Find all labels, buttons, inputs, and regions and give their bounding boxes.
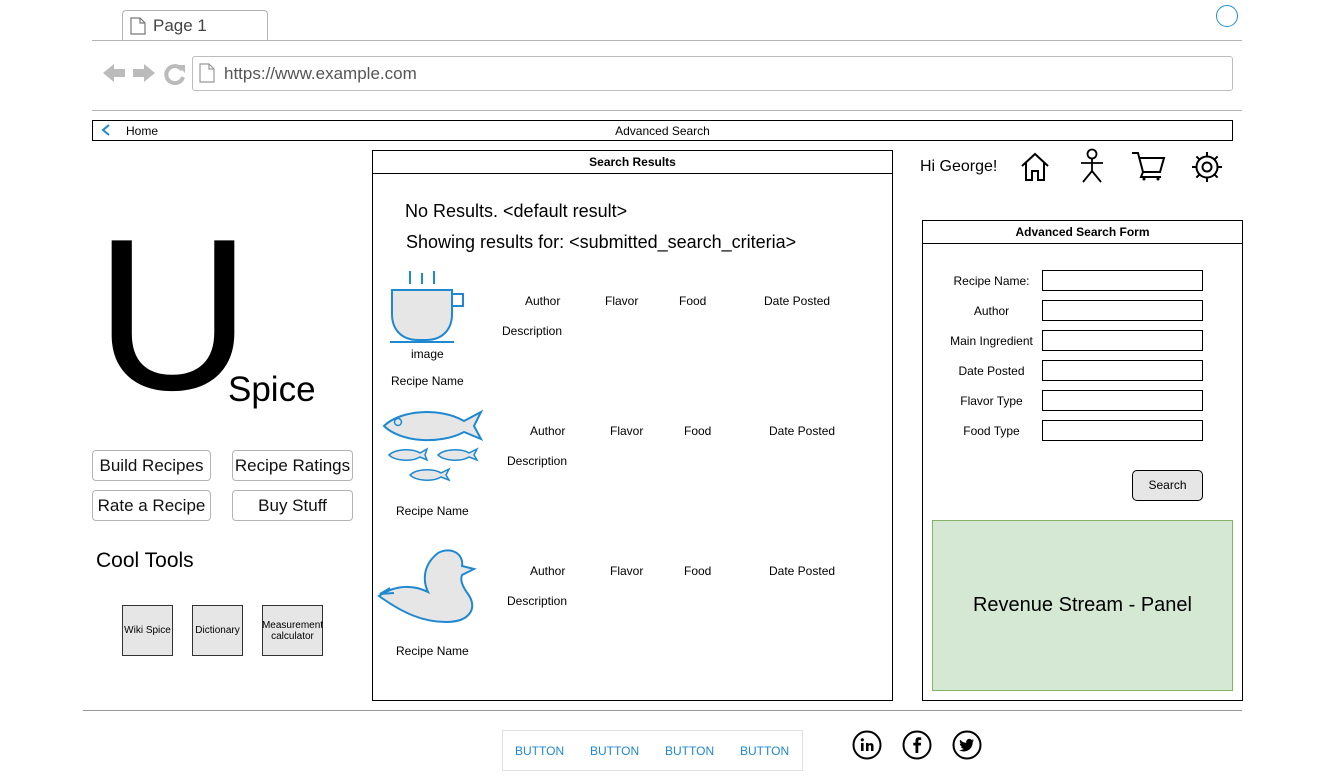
- reload-icon[interactable]: [163, 62, 187, 86]
- cart-icon[interactable]: [1130, 150, 1166, 182]
- rate-a-recipe-button[interactable]: Rate a Recipe: [92, 490, 211, 521]
- author-input[interactable]: [1042, 300, 1203, 321]
- settings-icon[interactable]: [1190, 150, 1224, 184]
- tool-measurement-calculator[interactable]: Measurement calculator: [262, 605, 323, 656]
- result-recipe-name[interactable]: Recipe Name: [396, 504, 469, 518]
- food-type-label: Food Type: [963, 424, 1020, 438]
- result-author: Author: [530, 424, 566, 438]
- back-arrow-icon[interactable]: [102, 62, 126, 84]
- recipe-ratings-button[interactable]: Recipe Ratings: [232, 450, 353, 481]
- result-description: Description: [507, 454, 568, 468]
- chrome-divider: [92, 110, 1242, 111]
- result-author: Author: [530, 564, 566, 578]
- page-title: Advanced Search: [615, 124, 710, 138]
- linkedin-icon[interactable]: [852, 730, 882, 760]
- result-description: Description: [502, 324, 563, 338]
- url-text[interactable]: https://www.example.com: [224, 64, 417, 84]
- page-icon: [130, 17, 146, 35]
- date-posted-input[interactable]: [1042, 360, 1203, 381]
- tool-dictionary[interactable]: Dictionary: [192, 605, 243, 656]
- footer-button-3[interactable]: BUTTON: [665, 744, 714, 758]
- result-date: Date Posted: [764, 294, 831, 308]
- tab-strip-divider: [92, 40, 1242, 41]
- build-recipes-button[interactable]: Build Recipes: [92, 450, 211, 481]
- buy-stuff-button[interactable]: Buy Stuff: [232, 490, 353, 521]
- result-author: Author: [525, 294, 561, 308]
- cool-tools-title: Cool Tools: [96, 549, 194, 572]
- footer-button-4[interactable]: BUTTON: [740, 744, 789, 758]
- main-ingredient-label: Main Ingredient: [950, 334, 1033, 348]
- coffee-cup-icon[interactable]: [386, 268, 468, 344]
- footer-divider: [83, 710, 1242, 711]
- date-posted-label: Date Posted: [958, 364, 1025, 378]
- footer-button-1[interactable]: BUTTON: [515, 744, 564, 758]
- flavor-type-label: Flavor Type: [960, 394, 1023, 408]
- greeting: Hi George!: [920, 158, 998, 175]
- result-flavor: Flavor: [610, 564, 644, 578]
- search-results-title: Search Results: [372, 150, 893, 174]
- tool-wiki-spice[interactable]: Wiki Spice: [122, 605, 173, 656]
- flavor-type-input[interactable]: [1042, 390, 1203, 411]
- logo-word: Spice: [228, 370, 316, 409]
- forward-arrow-icon[interactable]: [132, 62, 156, 84]
- result-food: Food: [684, 564, 712, 578]
- result-image-label: image: [411, 347, 444, 361]
- recipe-name-label: Recipe Name:: [953, 274, 1030, 288]
- duck-icon[interactable]: [376, 546, 480, 626]
- page-icon: [199, 63, 215, 83]
- window-control-icon[interactable]: [1216, 5, 1238, 27]
- result-date: Date Posted: [769, 424, 836, 438]
- result-flavor: Flavor: [605, 294, 639, 308]
- recipe-name-input[interactable]: [1042, 270, 1203, 291]
- home-icon[interactable]: [1019, 151, 1051, 183]
- search-button[interactable]: Search: [1132, 470, 1203, 501]
- result-date: Date Posted: [769, 564, 836, 578]
- tab-title: Page 1: [153, 16, 207, 35]
- advanced-search-form-title: Advanced Search Form: [922, 220, 1243, 244]
- footer-button-2[interactable]: BUTTON: [590, 744, 639, 758]
- result-description: Description: [507, 594, 568, 608]
- fish-icon[interactable]: [380, 405, 486, 487]
- twitter-icon[interactable]: [952, 730, 982, 760]
- result-flavor: Flavor: [610, 424, 644, 438]
- result-food: Food: [679, 294, 707, 308]
- user-icon[interactable]: [1079, 148, 1105, 184]
- facebook-icon[interactable]: [902, 730, 932, 760]
- showing-results-message: Showing results for: <submitted_search_c…: [406, 232, 797, 252]
- revenue-stream-panel[interactable]: Revenue Stream - Panel: [932, 520, 1233, 691]
- no-results-message: No Results. <default result>: [405, 201, 628, 221]
- result-recipe-name[interactable]: Recipe Name: [391, 374, 464, 388]
- author-label: Author: [973, 304, 1010, 318]
- food-type-input[interactable]: [1042, 420, 1203, 441]
- result-recipe-name[interactable]: Recipe Name: [396, 644, 469, 658]
- result-food: Food: [684, 424, 712, 438]
- main-ingredient-input[interactable]: [1042, 330, 1203, 351]
